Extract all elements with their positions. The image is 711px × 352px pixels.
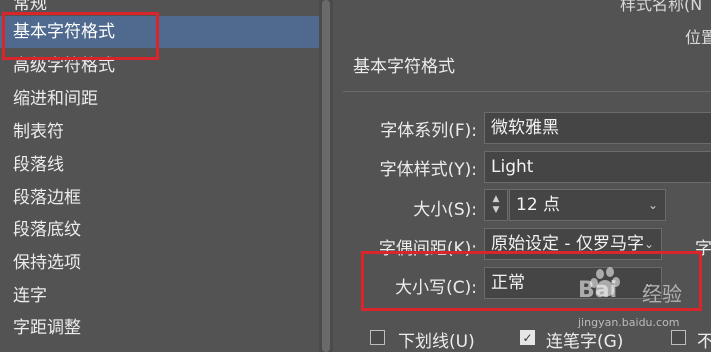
ligatures-label: 连笔字(G) — [546, 332, 624, 352]
position-label: 位置 — [685, 28, 711, 47]
sidebar-item-label: 连字 — [13, 286, 47, 306]
case-value: 正常 — [491, 273, 525, 293]
section-divider — [343, 91, 711, 92]
sidebar-item-paragraph-shading[interactable]: 段落底纹 — [0, 214, 319, 246]
size-value: 12 点 — [516, 195, 561, 215]
sidebar-item-label: 制表符 — [13, 122, 64, 142]
case-select[interactable]: 正常 ⌄ — [484, 267, 662, 299]
chevron-down-icon[interactable]: ⌄ — [641, 190, 665, 220]
sidebar-item-label: 高级字符格式 — [13, 56, 115, 76]
tracking-select[interactable]: 原始设定 - 仅罗马字 ⌄ — [484, 228, 662, 260]
sidebar-item-tabs[interactable]: 制表符 — [0, 116, 319, 148]
category-list: 常规 基本字符格式 高级字符格式 缩进和间距 制表符 段落线 段落边框 段落底纹… — [0, 0, 319, 352]
sidebar-item-label: 段落边框 — [13, 188, 81, 208]
section-title: 基本字符格式 — [353, 57, 455, 77]
font-style-input[interactable]: Light — [484, 151, 711, 183]
font-family-value: 微软雅黑 — [491, 118, 559, 138]
sidebar-item-label: 基本字符格式 — [13, 22, 115, 42]
sidebar-item-label: 段落线 — [13, 155, 64, 175]
sidebar-scrollbar-thumb[interactable] — [322, 0, 330, 352]
size-label: 大小(S): — [413, 200, 477, 220]
sidebar-item-keep-options[interactable]: 保持选项 — [0, 247, 319, 279]
style-name-label: 样式名称(N — [620, 0, 703, 14]
tracking-right-label: 字 — [695, 239, 711, 259]
underline-label: 下划线(U) — [398, 332, 475, 352]
checkmark-icon: ✓ — [522, 331, 533, 345]
sidebar-item-justification[interactable]: 字距调整 — [0, 312, 319, 344]
stepper-down-icon[interactable]: ▼ — [493, 205, 500, 216]
font-family-label: 字体系列(F): — [380, 121, 477, 141]
no-break-label: 不 — [697, 332, 711, 352]
size-stepper[interactable]: ▲ ▼ — [484, 189, 508, 221]
sidebar-item-label: 段落底纹 — [13, 220, 81, 240]
sidebar-item-advanced-character-formats[interactable]: 高级字符格式 — [0, 50, 319, 82]
stepper-up-icon[interactable]: ▲ — [493, 194, 500, 205]
sidebar-item-paragraph-border[interactable]: 段落边框 — [0, 182, 319, 214]
font-style-value: Light — [491, 157, 534, 177]
sidebar-item-label: 缩进和间距 — [13, 89, 98, 109]
sidebar-item-indents-and-spacing[interactable]: 缩进和间距 — [0, 83, 319, 115]
sidebar-item-paragraph-rules[interactable]: 段落线 — [0, 149, 319, 181]
ligatures-checkbox[interactable]: ✓ — [520, 330, 535, 345]
no-break-checkbox[interactable] — [671, 330, 686, 345]
chevron-down-icon[interactable]: ⌄ — [637, 229, 661, 259]
sidebar-item-basic-character-formats[interactable]: 基本字符格式 — [0, 16, 319, 48]
size-input[interactable]: 12 点 ⌄ — [509, 189, 666, 221]
case-label: 大小写(C): — [395, 278, 477, 298]
underline-checkbox[interactable] — [370, 330, 385, 345]
sidebar-item-label: 常规 — [13, 0, 47, 14]
font-style-label: 字体样式(Y): — [379, 160, 477, 180]
tracking-label: 字偶间距(K): — [378, 239, 477, 259]
chevron-down-icon[interactable]: ⌄ — [637, 268, 661, 298]
sidebar-item-hyphenation[interactable]: 连字 — [0, 280, 319, 312]
tracking-value: 原始设定 - 仅罗马字 — [491, 234, 644, 254]
sidebar-item-label: 字距调整 — [13, 318, 81, 338]
sidebar-item-label: 保持选项 — [13, 253, 81, 273]
font-family-input[interactable]: 微软雅黑 — [484, 112, 711, 144]
